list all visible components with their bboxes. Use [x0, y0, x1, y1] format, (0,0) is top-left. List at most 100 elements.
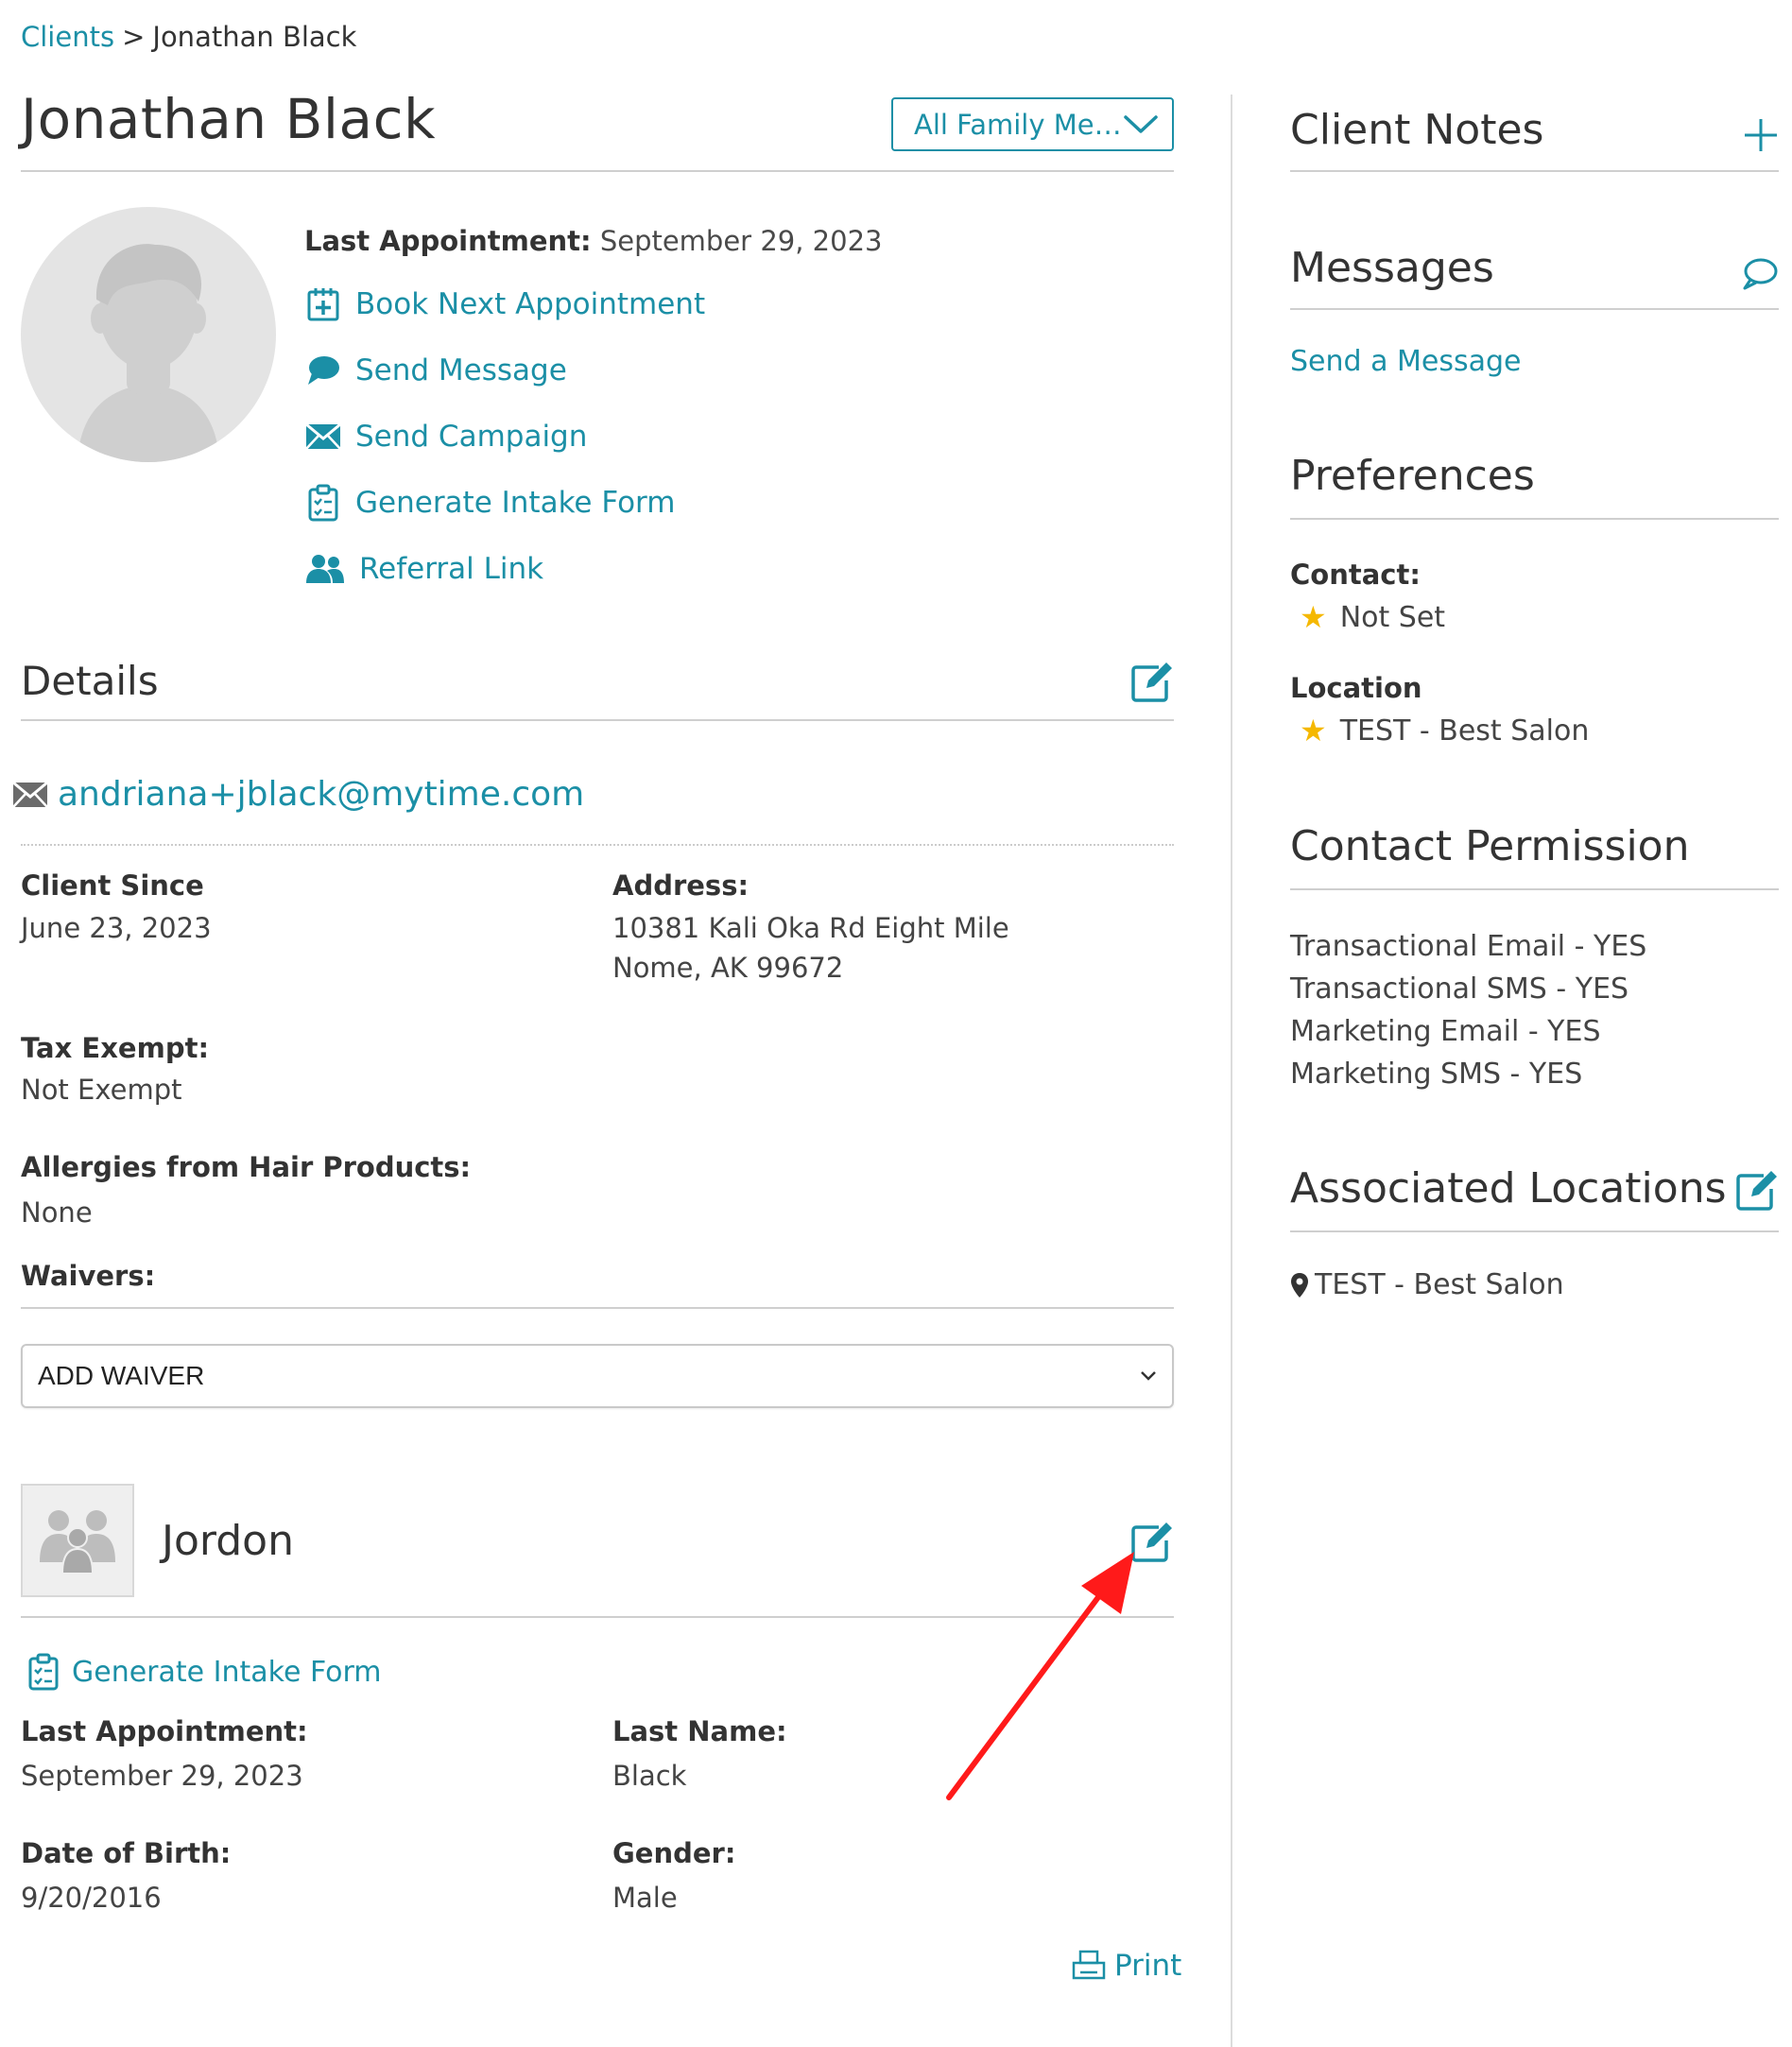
- page-title: Jonathan Black: [21, 87, 437, 151]
- permission-item: Transactional SMS - YES: [1290, 972, 1629, 1006]
- last-appointment-label: Last Appointment:: [304, 225, 592, 257]
- client-notes-divider: [1290, 170, 1779, 172]
- clipboard-icon: [26, 1653, 60, 1691]
- location-pref-value: TEST - Best Salon: [1339, 714, 1590, 748]
- send-message-link[interactable]: Send Message: [304, 352, 567, 389]
- family-member-select[interactable]: All Family Me…: [891, 97, 1174, 151]
- chevron-down-icon: [1141, 1371, 1156, 1381]
- member-photo: [21, 1484, 134, 1597]
- breadcrumb-current: Jonathan Black: [152, 21, 357, 53]
- add-note-button[interactable]: [1743, 117, 1779, 157]
- associated-location-row: TEST - Best Salon: [1290, 1268, 1564, 1301]
- calendar-plus-icon: [304, 285, 342, 323]
- envelope-icon: [12, 781, 48, 808]
- chat-bubble-icon: [1743, 258, 1778, 290]
- generate-intake-form-link[interactable]: Generate Intake Form: [304, 484, 675, 522]
- person-silhouette-icon: [78, 244, 219, 462]
- send-message-label: Send Message: [355, 353, 567, 387]
- address-line1: 10381 Kali Oka Rd Eight Mile: [612, 912, 1009, 944]
- messages-button[interactable]: [1741, 257, 1779, 295]
- permission-item: Marketing SMS - YES: [1290, 1058, 1583, 1091]
- clipboard-icon: [304, 484, 342, 522]
- contact-pref-value: Not Set: [1339, 600, 1446, 634]
- member-last-appointment-label: Last Appointment:: [21, 1715, 308, 1747]
- generate-intake-form-label: Generate Intake Form: [355, 486, 676, 520]
- associated-locations-divider: [1290, 1230, 1779, 1232]
- breadcrumb-separator: >: [122, 21, 146, 53]
- address-line2: Nome, AK 99672: [612, 952, 844, 984]
- waivers-divider: [21, 1307, 1174, 1309]
- tax-exempt-label: Tax Exempt:: [21, 1032, 210, 1064]
- family-member-select-value: All Family Me…: [914, 108, 1122, 141]
- contact-permission-divider: [1290, 888, 1779, 890]
- edit-icon: [1131, 662, 1172, 702]
- member-last-name-value: Black: [612, 1760, 687, 1792]
- send-a-message-link[interactable]: Send a Message: [1290, 345, 1522, 378]
- add-waiver-select[interactable]: ADD WAIVER: [21, 1344, 1174, 1408]
- preferences-divider: [1290, 518, 1779, 520]
- details-divider: [21, 719, 1174, 721]
- address-label: Address:: [612, 869, 750, 902]
- permission-item: Transactional Email - YES: [1290, 930, 1647, 963]
- preferences-title: Preferences: [1290, 452, 1535, 500]
- location-pref-row: ★ TEST - Best Salon: [1300, 713, 1589, 748]
- member-dob-label: Date of Birth:: [21, 1837, 232, 1869]
- messages-title: Messages: [1290, 244, 1494, 292]
- map-pin-icon: [1291, 1272, 1308, 1298]
- details-title: Details: [21, 658, 159, 704]
- add-waiver-select-value: ADD WAIVER: [38, 1361, 205, 1390]
- referral-link[interactable]: Referral Link: [304, 550, 543, 588]
- contact-permission-title: Contact Permission: [1290, 822, 1690, 870]
- email-link[interactable]: andriana+jblack@mytime.com: [58, 775, 584, 814]
- star-icon: ★: [1300, 713, 1327, 748]
- last-appointment: Last Appointment: September 29, 2023: [304, 225, 882, 257]
- messages-divider: [1290, 308, 1779, 310]
- member-generate-intake-form-link[interactable]: Generate Intake Form: [26, 1653, 382, 1691]
- last-appointment-value: September 29, 2023: [599, 225, 883, 257]
- avatar: [21, 207, 276, 462]
- column-divider: [1231, 95, 1232, 2047]
- annotation-arrow-icon: [946, 1552, 1134, 1800]
- plus-icon: [1745, 119, 1777, 151]
- chat-bubble-icon: [304, 352, 342, 389]
- details-edit-button[interactable]: [1130, 662, 1174, 707]
- breadcrumb-clients-link[interactable]: Clients: [21, 21, 114, 53]
- tax-exempt-value: Not Exempt: [21, 1074, 182, 1106]
- send-campaign-label: Send Campaign: [355, 420, 588, 454]
- book-next-appointment-label: Book Next Appointment: [355, 287, 706, 321]
- family-placeholder-icon: [40, 1510, 115, 1574]
- location-pref-label: Location: [1290, 672, 1422, 704]
- member-dob-value: 9/20/2016: [21, 1882, 162, 1914]
- contact-pref-row: ★ Not Set: [1300, 599, 1445, 635]
- waivers-label: Waivers:: [21, 1260, 156, 1292]
- book-next-appointment-link[interactable]: Book Next Appointment: [304, 285, 705, 323]
- print-label: Print: [1114, 1949, 1182, 1983]
- client-since-value: June 23, 2023: [21, 912, 212, 944]
- allergies-label: Allergies from Hair Products:: [21, 1151, 472, 1183]
- member-gender-value: Male: [612, 1882, 678, 1914]
- associated-locations-edit-button[interactable]: [1735, 1170, 1779, 1215]
- email-row: andriana+jblack@mytime.com: [12, 775, 584, 814]
- contact-pref-label: Contact:: [1290, 559, 1421, 591]
- client-notes-title: Client Notes: [1290, 106, 1544, 154]
- print-button[interactable]: Print: [1071, 1947, 1181, 1985]
- member-generate-intake-form-label: Generate Intake Form: [72, 1655, 382, 1689]
- member-gender-label: Gender:: [612, 1837, 736, 1869]
- member-last-name-label: Last Name:: [612, 1715, 787, 1747]
- send-campaign-link[interactable]: Send Campaign: [304, 418, 587, 456]
- associated-locations-title: Associated Locations: [1290, 1164, 1727, 1213]
- associated-location-value: TEST - Best Salon: [1315, 1268, 1564, 1301]
- chevron-down-icon: [1124, 114, 1158, 133]
- member-name: Jordon: [162, 1517, 294, 1565]
- breadcrumb: Clients > Jonathan Black: [21, 21, 356, 53]
- member-last-appointment-value: September 29, 2023: [21, 1760, 303, 1792]
- star-icon: ★: [1300, 599, 1327, 635]
- printer-icon: [1071, 1947, 1107, 1985]
- users-icon: [304, 550, 346, 588]
- edit-icon: [1736, 1171, 1777, 1211]
- envelope-icon: [304, 418, 342, 456]
- referral-link-label: Referral Link: [359, 552, 544, 586]
- email-divider: [21, 844, 1174, 846]
- permission-item: Marketing Email - YES: [1290, 1015, 1601, 1048]
- client-since-label: Client Since: [21, 869, 204, 902]
